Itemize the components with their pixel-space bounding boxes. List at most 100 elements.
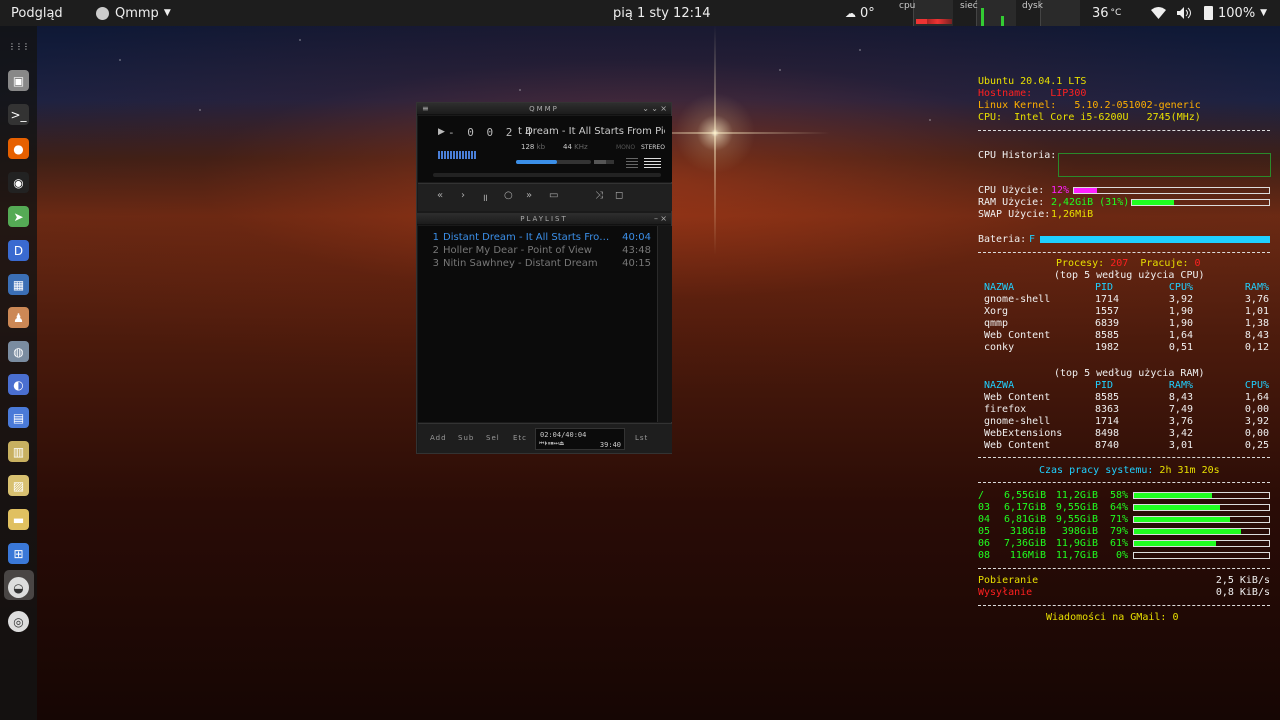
table-cell: 8585 (1095, 392, 1120, 403)
playlist-row[interactable]: 3 Nitin Sawhney - Distant Dream 40:15 (418, 258, 657, 271)
table-cell: 8,43 (1244, 330, 1269, 341)
eject-icon[interactable]: ▭ (549, 190, 558, 201)
qmmp-title: QMMP (529, 104, 559, 113)
net-graph-label: sieć (960, 1, 978, 11)
apps-grid-icon[interactable]: ⋮⋮⋮ (8, 36, 30, 57)
clock[interactable]: pią 1 sty 12:14 (613, 0, 711, 26)
volume-slider[interactable] (594, 160, 614, 164)
kernel-row: Linux Kernel: 5.10.2-051002-generic (978, 100, 1201, 111)
activities-button[interactable]: Podgląd (11, 0, 63, 26)
volume-icon[interactable] (1177, 0, 1191, 26)
disk-usage-bar (1133, 528, 1270, 535)
cpu-model-row: CPU: Intel Core i5-6200U 2745(MHz) (978, 112, 1201, 123)
net-mini-graph[interactable] (976, 0, 1016, 26)
calc-icon[interactable]: ⊞ (8, 543, 29, 564)
disk-pct: 71% (1109, 514, 1128, 525)
battery-icon (1204, 6, 1213, 20)
playlist-scrollbar[interactable] (657, 226, 672, 422)
playlist-row[interactable]: 2 Holler My Dear - Point of View 43:48 (418, 245, 657, 258)
terminal-icon[interactable]: >_ (8, 104, 29, 125)
play-icon[interactable]: › (461, 190, 465, 201)
play-status-icon: ▶ (438, 127, 445, 137)
table-cell: 8,43 (1168, 392, 1193, 403)
table-cell: Xorg (984, 306, 1009, 317)
table-cell: 1982 (1095, 342, 1120, 353)
divider (978, 568, 1270, 569)
menu-icon[interactable]: ≡ (422, 104, 431, 113)
image-icon[interactable]: ▨ (8, 475, 29, 496)
weather-indicator[interactable]: ☁ 0° (845, 0, 875, 26)
qmmp-titlebar[interactable]: ≡ QMMP ⌄ ⌄ × (417, 103, 671, 115)
doc-icon[interactable]: ▤ (8, 407, 29, 428)
lst-button[interactable]: Lst (635, 434, 648, 442)
disk-mini-graph[interactable] (1040, 0, 1080, 26)
app-menu[interactable]: Qmmp ▼ (96, 0, 171, 26)
folder-icon[interactable]: ▬ (8, 509, 29, 530)
table-cell: gnome-shell (984, 416, 1051, 427)
battery-state: F (1029, 234, 1036, 245)
tool-icon[interactable]: ◐ (8, 374, 29, 395)
temp-value: 36 (1092, 5, 1109, 21)
table-cell: 0,00 (1244, 428, 1269, 439)
disk-size: 398GiB (1061, 526, 1098, 537)
qmmp-window[interactable]: ≡ QMMP ⌄ ⌄ × ▶ - 0 0 2 4 t Dream - It Al… (416, 102, 672, 454)
stop-icon[interactable]: ○ (504, 190, 513, 201)
minimize-icon[interactable]: ⌄ (642, 104, 651, 113)
download-label: Pobieranie (978, 575, 1039, 586)
files-icon[interactable]: ▣ (8, 70, 29, 91)
playlist-titlebar[interactable]: PLAYLIST – × (417, 213, 671, 225)
wifi-icon[interactable] (1151, 0, 1166, 26)
sub-button[interactable]: Sub (458, 434, 474, 442)
mono-indicator: MONO (616, 144, 636, 151)
seek-bar[interactable] (516, 160, 591, 164)
battery-percent: 100% (1218, 5, 1256, 21)
shuffle-icon[interactable]: ⤨ (595, 190, 603, 201)
disk-usage-fill (1134, 529, 1241, 534)
shade-icon[interactable]: ⌄ (651, 104, 660, 113)
temperature-indicator[interactable]: 36 °C (1092, 0, 1121, 26)
dict-icon[interactable]: D (8, 240, 29, 261)
table-cell: 8498 (1095, 428, 1120, 439)
table-cell: 8740 (1095, 440, 1120, 451)
archive-icon[interactable]: ▥ (8, 441, 29, 462)
add-button[interactable]: Add (430, 434, 447, 442)
upload-label: Wysyłanie (978, 587, 1033, 598)
pause-icon[interactable]: ॥ (482, 190, 488, 204)
cpu-mini-graph[interactable] (913, 0, 953, 26)
playlist[interactable]: 1 Distant Dream - It All Starts From Pie 4… (418, 226, 657, 422)
playlist-time: 40:04 (622, 232, 651, 243)
cloud-icon: ☁ (845, 6, 856, 20)
table-cell: 0,12 (1244, 342, 1269, 353)
qmmp-icon[interactable]: ◒ (8, 577, 29, 598)
close-icon[interactable]: × (660, 104, 669, 113)
disc-icon[interactable]: ◎ (8, 611, 29, 632)
battery-bar (1040, 236, 1270, 243)
playlist-row[interactable]: 1 Distant Dream - It All Starts From Pie 4… (418, 232, 657, 245)
shade-icon[interactable]: – (654, 214, 660, 223)
next-icon[interactable]: » (526, 190, 532, 201)
globe-icon[interactable]: ◍ (8, 341, 29, 362)
disk-usage-bar (1133, 492, 1270, 499)
cpu-history-graph (1058, 153, 1271, 177)
music-icon[interactable]: ◉ (8, 172, 29, 193)
cpu-graph-label: cpu (899, 1, 916, 11)
disk-usage-bar (1133, 504, 1270, 511)
position-bar[interactable] (433, 173, 661, 177)
calendar-icon[interactable]: ▦ (8, 274, 29, 295)
mini-controls-icon[interactable]: ⏮⏵⏸⏹⏭⏏ (539, 440, 564, 448)
battery-indicator[interactable]: 100% ▼ (1204, 0, 1267, 26)
etc-button[interactable]: Etc (513, 434, 527, 442)
repeat-icon[interactable]: ◻ (615, 190, 623, 201)
close-icon[interactable]: × (660, 214, 669, 223)
playlist-toggle-icon[interactable] (644, 157, 661, 168)
user-icon[interactable]: ♟ (8, 307, 29, 328)
previous-icon[interactable]: « (437, 190, 443, 201)
disk-pct: 0% (1115, 550, 1128, 561)
sel-button[interactable]: Sel (486, 434, 500, 442)
firefox-icon[interactable]: ● (8, 138, 29, 159)
table-cell: 3,92 (1244, 416, 1269, 427)
qmmp-app-icon (96, 6, 109, 20)
arrow-app-icon[interactable]: ➤ (8, 206, 29, 227)
eq-icon[interactable] (626, 158, 638, 168)
swap-use-value: 1,26MiB (1051, 209, 1094, 220)
